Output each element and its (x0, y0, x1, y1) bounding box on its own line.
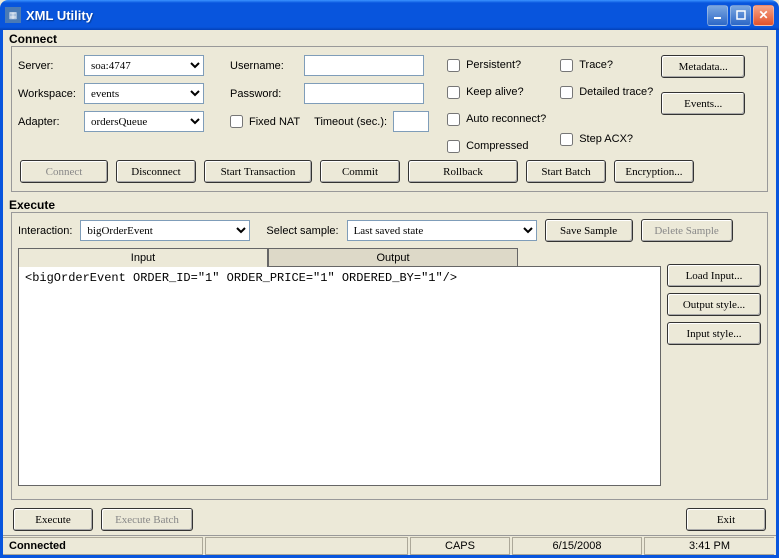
step-acx-checkbox[interactable] (560, 133, 573, 146)
server-select[interactable]: soa:4747 (84, 55, 204, 76)
fixed-nat-checkbox[interactable] (230, 115, 243, 128)
timeout-label: Timeout (sec.): (314, 116, 387, 128)
password-label: Password: (230, 88, 300, 100)
status-caps: CAPS (410, 537, 510, 555)
password-input[interactable] (304, 83, 424, 104)
output-style-button[interactable]: Output style... (667, 293, 761, 316)
metadata-button[interactable]: Metadata... (661, 55, 745, 78)
minimize-button[interactable] (707, 5, 728, 26)
fixed-nat-label: Fixed NAT (249, 116, 300, 128)
timeout-input[interactable] (393, 111, 429, 132)
connect-button[interactable]: Connect (20, 160, 108, 183)
server-label: Server: (18, 60, 80, 72)
rollback-button[interactable]: Rollback (408, 160, 518, 183)
events-button[interactable]: Events... (661, 92, 745, 115)
interaction-select[interactable]: bigOrderEvent (80, 220, 250, 241)
start-transaction-button[interactable]: Start Transaction (204, 160, 312, 183)
select-sample-label: Select sample: (266, 225, 338, 237)
window-title: XML Utility (26, 8, 707, 23)
tab-output[interactable]: Output (268, 248, 518, 267)
encryption-button[interactable]: Encryption... (614, 160, 694, 183)
xml-editor[interactable]: <bigOrderEvent ORDER_ID="1" ORDER_PRICE=… (18, 266, 661, 486)
username-input[interactable] (304, 55, 424, 76)
status-date: 6/15/2008 (512, 537, 642, 555)
trace-checkbox[interactable] (560, 59, 573, 72)
xml-content: <bigOrderEvent ORDER_ID="1" ORDER_PRICE=… (25, 271, 457, 285)
detailed-trace-label: Detailed trace? (579, 86, 653, 98)
step-acx-label: Step ACX? (579, 133, 633, 145)
adapter-label: Adapter: (18, 116, 80, 128)
workspace-select[interactable]: events (84, 83, 204, 104)
app-icon: ▦ (5, 7, 21, 23)
compressed-label: Compressed (466, 140, 528, 152)
connect-panel: Server: soa:4747 Workspace: events Adapter… (11, 46, 768, 192)
select-sample-select[interactable]: Last saved state (347, 220, 537, 241)
persistent-checkbox[interactable] (447, 59, 460, 72)
statusbar: Connected CAPS 6/15/2008 3:41 PM (3, 535, 776, 555)
delete-sample-button[interactable]: Delete Sample (641, 219, 733, 242)
autoreconnect-checkbox[interactable] (447, 113, 460, 126)
commit-button[interactable]: Commit (320, 160, 400, 183)
maximize-button[interactable] (730, 5, 751, 26)
execute-button[interactable]: Execute (13, 508, 93, 531)
compressed-checkbox[interactable] (447, 140, 460, 153)
workspace-label: Workspace: (18, 88, 80, 100)
execute-legend: Execute (3, 196, 776, 212)
persistent-label: Persistent? (466, 59, 521, 71)
interaction-label: Interaction: (18, 225, 72, 237)
detailed-trace-checkbox[interactable] (560, 86, 573, 99)
autoreconnect-label: Auto reconnect? (466, 113, 546, 125)
status-time: 3:41 PM (644, 537, 774, 555)
exit-button[interactable]: Exit (686, 508, 766, 531)
load-input-button[interactable]: Load Input... (667, 264, 761, 287)
trace-label: Trace? (579, 59, 613, 71)
disconnect-button[interactable]: Disconnect (116, 160, 196, 183)
save-sample-button[interactable]: Save Sample (545, 219, 633, 242)
status-connected: Connected (3, 537, 203, 555)
execute-batch-button[interactable]: Execute Batch (101, 508, 193, 531)
status-spacer (205, 537, 408, 555)
execute-panel: Interaction: bigOrderEvent Select sample… (11, 212, 768, 500)
keepalive-checkbox[interactable] (447, 86, 460, 99)
close-button[interactable]: ✕ (753, 5, 774, 26)
input-style-button[interactable]: Input style... (667, 322, 761, 345)
keepalive-label: Keep alive? (466, 86, 524, 98)
titlebar: ▦ XML Utility ✕ (0, 0, 779, 30)
start-batch-button[interactable]: Start Batch (526, 160, 606, 183)
username-label: Username: (230, 60, 300, 72)
connect-legend: Connect (3, 30, 776, 46)
tab-input[interactable]: Input (18, 248, 268, 267)
adapter-select[interactable]: ordersQueue (84, 111, 204, 132)
